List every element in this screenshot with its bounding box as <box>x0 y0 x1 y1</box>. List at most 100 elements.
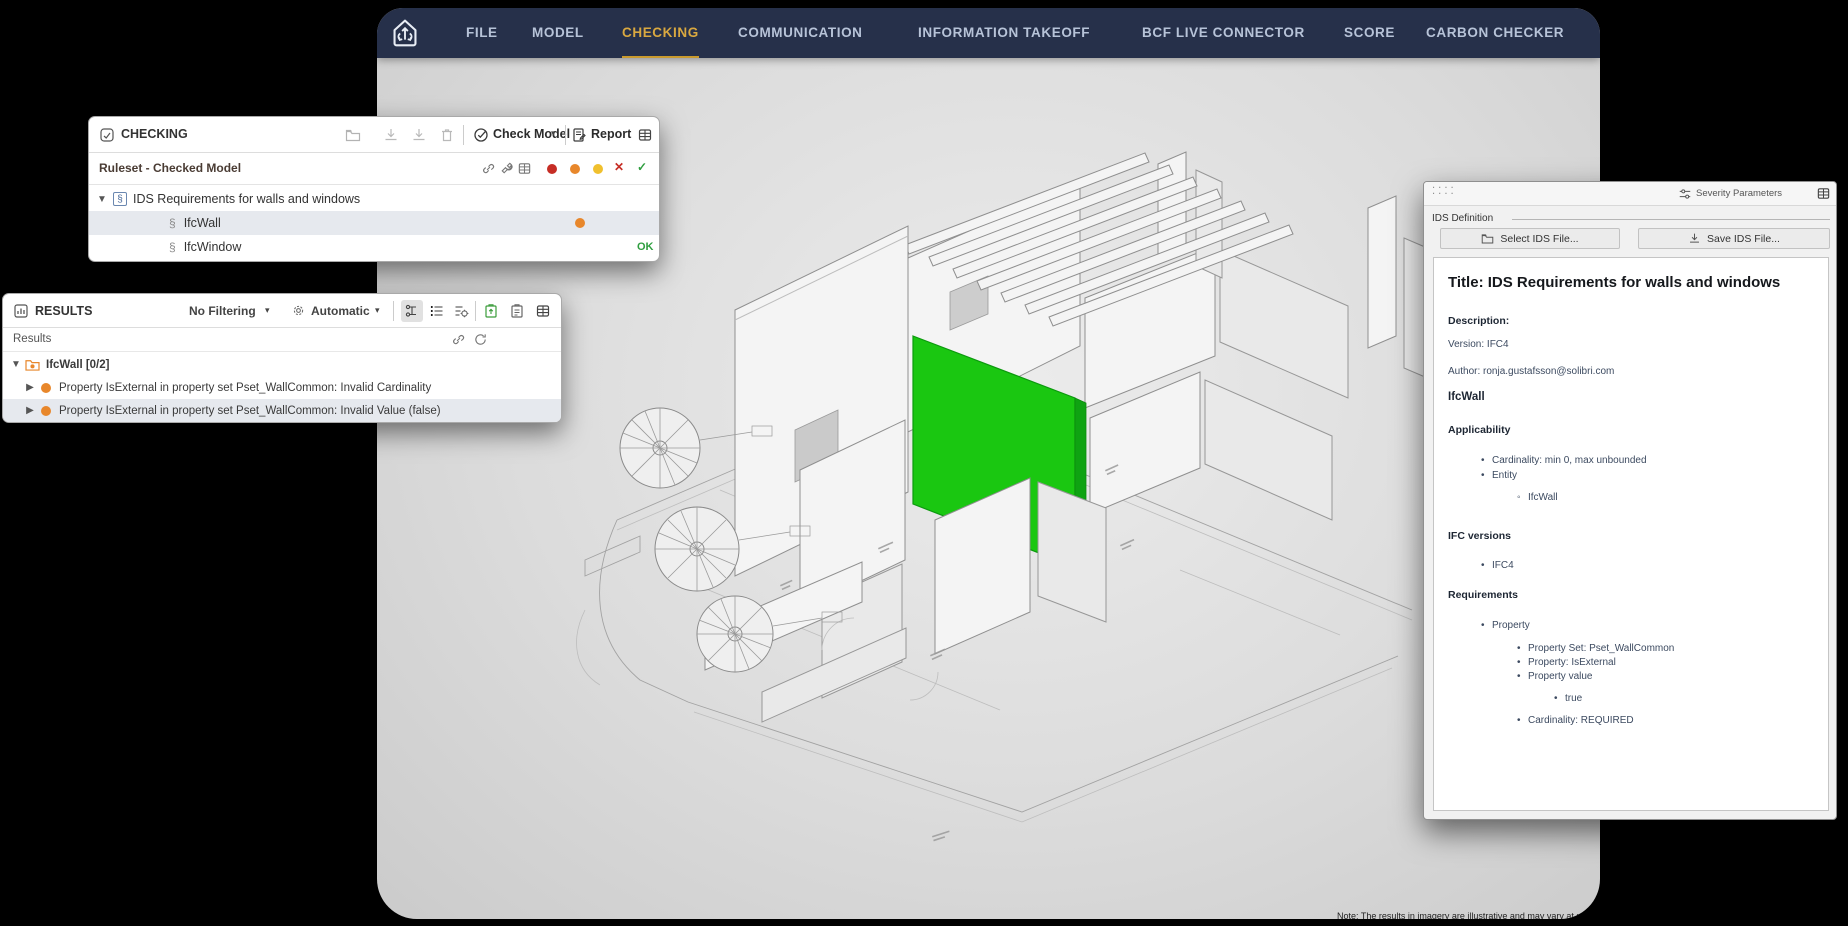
wrench-icon[interactable] <box>499 161 514 176</box>
nav-tab-checking[interactable]: CHECKING <box>622 8 699 58</box>
requirements-heading: Requirements <box>1448 589 1814 601</box>
checking-panel: CHECKING Check Model ▾ Report Ruleset - … <box>88 116 660 262</box>
clipboard-icon[interactable] <box>509 303 525 319</box>
nav-tab-information-takeoff[interactable]: INFORMATION TAKEOFF <box>918 8 1090 58</box>
results-panel-titlebar: RESULTS No Filtering ▾ Automatic ▾ <box>3 294 561 328</box>
select-ids-file-button[interactable]: Select IDS File... <box>1440 228 1620 249</box>
layout-grid-icon[interactable] <box>1816 186 1831 201</box>
ruleset-root-label: IDS Requirements for walls and windows <box>133 192 360 206</box>
issue-severity-dot <box>41 383 51 393</box>
ids-doc-title: Title: IDS Requirements for walls and wi… <box>1448 274 1814 291</box>
filter-dropdown[interactable]: No Filtering <box>189 304 256 318</box>
severity-orange-dot[interactable] <box>570 164 580 174</box>
rejected-x-icon[interactable]: ✕ <box>614 160 624 174</box>
applicability-item: Cardinality: min 0, max unbounded <box>1492 455 1814 466</box>
ifc-version-item: IFC4 <box>1492 560 1814 571</box>
ids-definition-group-label: IDS Definition <box>1432 213 1493 224</box>
issue-severity-dot <box>41 406 51 416</box>
download-icon <box>1688 232 1701 245</box>
import-button[interactable] <box>383 127 399 143</box>
rule-icon: § <box>169 240 176 254</box>
clipped-caption: Note: The results in imagery are illustr… <box>1337 911 1600 919</box>
results-panel: RESULTS No Filtering ▾ Automatic ▾ Resul… <box>2 293 562 423</box>
requirement-value: true <box>1565 693 1814 704</box>
rule-status-orange-dot <box>575 218 585 228</box>
mode-dropdown-caret[interactable]: ▾ <box>375 305 380 316</box>
save-ids-file-button[interactable]: Save IDS File... <box>1638 228 1830 249</box>
auto-update-icon <box>291 303 306 318</box>
clipboard-up-icon[interactable] <box>483 303 499 319</box>
expand-caret-icon[interactable]: ▶ <box>23 405 37 416</box>
link-icon[interactable] <box>481 161 496 176</box>
check-model-button[interactable]: Check Model <box>493 127 570 141</box>
ifc-versions-heading: IFC versions <box>1448 530 1814 542</box>
checking-panel-titlebar: CHECKING Check Model ▾ Report <box>89 117 659 153</box>
toolbar-divider <box>565 125 566 145</box>
severity-red-dot[interactable] <box>547 164 557 174</box>
requirement-cardinality: Cardinality: REQUIRED <box>1528 715 1814 726</box>
app-logo-icon[interactable] <box>386 14 424 52</box>
rule-label: IfcWall <box>184 216 221 230</box>
result-issue-row[interactable]: ▶ Property IsExternal in property set Ps… <box>3 376 561 399</box>
rule-icon: § <box>169 216 176 230</box>
result-group-label: IfcWall [0/2] <box>46 359 109 371</box>
rule-status-ok: OK <box>637 241 654 253</box>
ruleset-header-row: Ruleset - Checked Model ✕ ✓ <box>89 153 659 185</box>
accepted-check-icon[interactable]: ✓ <box>637 160 647 174</box>
delete-button[interactable] <box>439 127 455 143</box>
results-section-row: Results <box>3 328 561 352</box>
view-list-toggle[interactable] <box>429 303 445 319</box>
results-panel-title: RESULTS <box>35 304 92 318</box>
nav-tab-file[interactable]: FILE <box>466 8 498 58</box>
export-button[interactable] <box>411 127 427 143</box>
view-tree-toggle[interactable] <box>401 300 423 322</box>
applicability-heading: Applicability <box>1448 424 1814 436</box>
nav-tab-carbon-checker[interactable]: CARBON CHECKER <box>1426 8 1564 58</box>
open-ruleset-button[interactable] <box>345 127 361 143</box>
author-line: Author: ronja.gustafsson@solibri.com <box>1448 366 1814 377</box>
top-nav-bar: FILE MODEL CHECKING COMMUNICATION INFORM… <box>377 8 1600 58</box>
issue-label: Property IsExternal in property set Pset… <box>59 382 431 394</box>
layout-grid-icon[interactable] <box>637 127 653 143</box>
nav-tab-score[interactable]: SCORE <box>1344 8 1395 58</box>
rule-row-ifcwindow[interactable]: § IfcWindow OK <box>89 235 659 259</box>
severity-parameters-button[interactable]: Severity Parameters <box>1696 188 1782 199</box>
issue-label: Property IsExternal in property set Pset… <box>59 405 441 417</box>
link-icon[interactable] <box>451 332 466 347</box>
table-icon[interactable] <box>517 161 532 176</box>
applicability-item: Entity <box>1492 470 1814 481</box>
requirement-item: Property <box>1492 620 1814 631</box>
ruleset-label: Ruleset - Checked Model <box>99 161 241 175</box>
rule-row-ifcwall[interactable]: § IfcWall <box>89 211 659 235</box>
nav-tab-model[interactable]: MODEL <box>532 8 584 58</box>
result-issue-row-selected[interactable]: ▶ Property IsExternal in property set Ps… <box>3 399 561 422</box>
ids-document: Title: IDS Requirements for walls and wi… <box>1433 257 1829 811</box>
check-model-dropdown-caret[interactable]: ▾ <box>551 128 556 139</box>
severity-yellow-dot[interactable] <box>593 164 603 174</box>
filter-dropdown-caret[interactable]: ▾ <box>265 305 270 316</box>
toolbar-divider <box>463 125 464 145</box>
rule-label: IfcWindow <box>184 240 242 254</box>
refresh-icon[interactable] <box>473 332 488 347</box>
result-group-row[interactable]: ▼ IfcWall [0/2] <box>3 353 561 376</box>
nav-tab-bcf-live-connector[interactable]: BCF LIVE CONNECTOR <box>1142 8 1305 58</box>
nav-tab-communication[interactable]: COMMUNICATION <box>738 8 863 58</box>
layout-grid-icon[interactable] <box>535 303 551 319</box>
ruleset-root-row[interactable]: ▼ § IDS Requirements for walls and windo… <box>89 187 659 211</box>
results-section-label: Results <box>13 333 51 345</box>
report-button[interactable]: Report <box>591 127 631 141</box>
view-list-settings-toggle[interactable] <box>453 303 469 319</box>
expand-caret-icon[interactable]: ▶ <box>23 382 37 393</box>
severity-parameters-icon <box>1678 187 1692 201</box>
mode-dropdown[interactable]: Automatic <box>311 304 370 318</box>
version-line: Version: IFC4 <box>1448 339 1814 350</box>
folder-icon <box>1481 232 1494 245</box>
checking-panel-icon <box>99 127 115 143</box>
requirement-sub: Property value <box>1528 671 1814 682</box>
check-model-icon <box>473 127 489 143</box>
collapse-caret-icon[interactable]: ▼ <box>9 359 23 370</box>
requirement-sub: Property: IsExternal <box>1528 657 1814 668</box>
applicability-sub-item: IfcWall <box>1528 492 1814 503</box>
titlebar-handle-icons[interactable]: ⁚⁚⁚⁚ <box>1432 186 1457 197</box>
collapse-caret-icon[interactable]: ▼ <box>95 194 109 205</box>
